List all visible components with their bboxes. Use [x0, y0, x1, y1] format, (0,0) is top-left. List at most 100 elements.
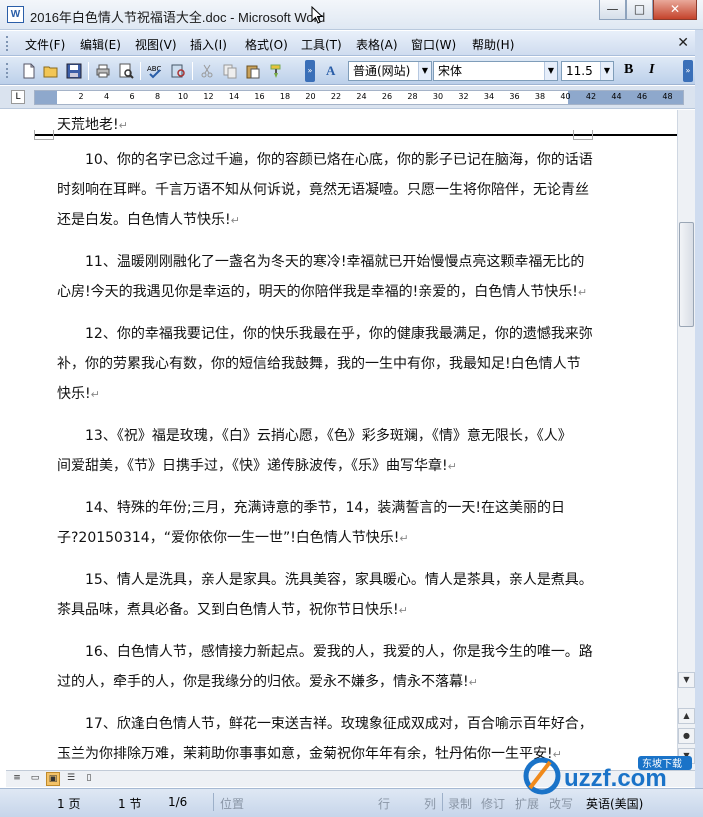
status-position: 位置 — [220, 797, 245, 811]
ruler-tick-label: 16 — [254, 92, 265, 101]
menu-edit[interactable]: 编辑(E) — [80, 36, 121, 53]
copy-icon[interactable] — [222, 63, 238, 79]
ruler-tick-label: 14 — [228, 92, 240, 101]
paragraph: 12、你的幸福我要记住，你的快乐我最在乎，你的健康我最满足，你的遗憾我来弥 补，你… — [57, 319, 597, 410]
menu-window[interactable]: 窗口(W) — [411, 36, 456, 53]
window-frame-right — [695, 30, 703, 817]
status-section: 1 节 — [118, 797, 142, 811]
paragraph-line: 还是白发。白色情人节快乐!↵ — [57, 212, 240, 228]
paragraph-line: 16、白色情人节，感情接力新起点。爱我的人，我爱的人，你是我今生的唯一。路 — [85, 644, 593, 660]
print-preview-icon[interactable] — [118, 63, 134, 79]
paragraph-mark-icon: ↵ — [398, 604, 408, 617]
font-size-value: 11.5 — [566, 64, 593, 78]
paragraph-mark-icon: ↵ — [118, 119, 128, 132]
ruler-tick-label: 12 — [203, 92, 214, 101]
menu-file[interactable]: 文件(F) — [25, 36, 65, 53]
minimize-button[interactable]: — — [599, 0, 626, 20]
new-document-icon[interactable] — [21, 63, 37, 79]
paragraph-line: 心房!今天的我遇见你是幸运的，明天的你陪伴我是幸福的!亲爱的，白色情人节快乐!↵ — [57, 284, 588, 300]
toolbar-options-chevron-icon[interactable]: » — [305, 60, 315, 82]
ruler-tick-label: 20 — [305, 92, 316, 101]
ruler-tick-label: 32 — [458, 92, 469, 101]
uzzf-watermark-logo: uzzf.com 东坡下载 — [523, 756, 692, 795]
italic-button[interactable]: I — [649, 62, 654, 78]
paragraph-mark-icon: ↵ — [577, 286, 588, 299]
ruler-area: L 2 4 6 8 10 12 14 16 18 20 22 24 26 28 30 32 34 36 38 40 42… — [0, 86, 703, 109]
chevron-down-icon[interactable]: ▼ — [600, 62, 613, 80]
toolbar-grip[interactable] — [6, 63, 9, 78]
tab-selector[interactable]: L — [11, 90, 25, 104]
paragraph: 13、《祝》福是玫瑰，《白》云捎心愿，《色》彩多斑斓，《情》意无限长，《人》 间爱… — [57, 421, 597, 482]
chevron-down-icon[interactable]: ▼ — [544, 62, 557, 80]
scroll-down-icon[interactable]: ▼ — [678, 672, 695, 688]
ruler-tick-label: 26 — [381, 92, 393, 101]
document-page[interactable]: 天荒地老!↵ 10、你的名字已念过千遍，你的容颜已烙在心底，你的影子已记在脑海，… — [0, 110, 677, 770]
paragraph-line: 过的人，牵手的人，你是我缘分的归依。爱永不嫌多，情永不落幕!↵ — [57, 674, 478, 690]
toolbar-separator — [192, 62, 193, 80]
paste-icon[interactable] — [245, 63, 261, 79]
ruler-tick-label: 10 — [177, 92, 189, 101]
menu-help[interactable]: 帮助(H) — [472, 36, 514, 53]
cut-icon[interactable] — [199, 63, 215, 79]
vertical-scrollbar[interactable]: ▼ ▲ ● ▼ — [677, 110, 695, 770]
menu-format[interactable]: 格式(O) — [245, 36, 288, 53]
research-icon[interactable] — [170, 63, 186, 79]
paragraph-line: 子?20150314，“爱你依你一生一世”!白色情人节快乐!↵ — [57, 530, 409, 546]
styles-formatting-icon[interactable]: A — [326, 63, 342, 79]
ruler-tick-label: 30 — [432, 92, 444, 101]
ruler-tick-label: 46 — [636, 92, 648, 101]
close-window-button[interactable]: ✕ — [653, 0, 697, 20]
status-revise[interactable]: 修订 — [481, 795, 505, 812]
top-line-text: 天荒地老!↵ — [57, 117, 128, 133]
spelling-check-icon[interactable]: ABC — [147, 63, 163, 79]
paragraph-line: 15、情人是洗具，亲人是家具。洗具美容，家具暖心。情人是茶具，亲人是煮具。 — [85, 572, 593, 588]
menubar-grip[interactable] — [6, 36, 9, 51]
paragraph: 16、白色情人节，感情接力新起点。爱我的人，我爱的人，你是我今生的唯一。路过的人… — [57, 637, 597, 698]
style-select[interactable]: 普通(网站) ▼ — [348, 61, 432, 81]
toolbar-separator — [140, 62, 141, 80]
paragraph-line: 茶具品味，煮具必备。又到白色情人节，祝你节日快乐!↵ — [57, 602, 408, 618]
paragraph-mark-icon: ↵ — [447, 460, 457, 473]
paragraph-line: 间爱甜美，《节》日携手过，《快》递传脉波传，《乐》曲写华章!↵ — [57, 458, 457, 474]
web-layout-view-icon[interactable]: ▭ — [28, 772, 42, 786]
paragraph: 14、特殊的年份;三月，充满诗意的季节，14，装满誓言的一天!在这美丽的日 子?2… — [57, 493, 597, 554]
horizontal-ruler[interactable]: 2 4 6 8 10 12 14 16 18 20 22 24 26 28 30 32 34 36 38 40 42 44… — [34, 90, 684, 105]
ruler-tick-label: 48 — [662, 92, 673, 101]
menu-table[interactable]: 表格(A) — [356, 36, 398, 53]
toolbar: ABC » A 普通(网站) ▼ 宋体 ▼ 11.5 ▼ B I » — [0, 57, 703, 85]
paragraph-line: 12、你的幸福我要记住，你的快乐我最在乎，你的健康我最满足，你的遗憾我来弥 — [85, 326, 593, 342]
format-painter-icon[interactable] — [268, 63, 284, 79]
bold-button[interactable]: B — [624, 62, 633, 78]
ruler-tick-label: 6 — [129, 92, 135, 101]
ruler-tick-label: 4 — [103, 92, 110, 101]
reading-view-icon[interactable]: ▯ — [82, 772, 96, 786]
menu-tools[interactable]: 工具(T) — [301, 36, 342, 53]
previous-page-icon[interactable]: ▲ — [678, 708, 695, 724]
select-browse-object-icon[interactable]: ● — [678, 728, 695, 744]
toolbar-options-chevron-icon[interactable]: » — [683, 60, 693, 82]
ruler-tick-label: 18 — [279, 92, 291, 101]
status-record[interactable]: 录制 — [448, 795, 472, 812]
open-folder-icon[interactable] — [43, 63, 59, 79]
print-icon[interactable] — [95, 63, 111, 79]
print-layout-view-icon[interactable]: ▣ — [46, 772, 60, 786]
maximize-button[interactable]: □ — [626, 0, 653, 20]
ruler-tick-label: 36 — [509, 92, 520, 101]
paragraph-line: 玉兰为你排除万难，茉莉助你事事如意，金菊祝你年年有余，牡丹佑你一生平安!↵ — [57, 746, 562, 762]
menu-view[interactable]: 视图(V) — [135, 36, 177, 53]
ruler-tick-label: 42 — [585, 92, 597, 101]
outline-view-icon[interactable]: ☰ — [64, 772, 78, 786]
save-icon[interactable] — [66, 63, 82, 79]
close-document-icon[interactable]: ✕ — [677, 35, 689, 51]
ruler-tick-label: 38 — [534, 92, 546, 101]
status-column: 列 — [424, 797, 437, 811]
normal-view-icon[interactable]: ≡ — [10, 772, 24, 786]
font-select[interactable]: 宋体 ▼ — [433, 61, 558, 81]
status-page-of: 1/6 — [168, 795, 188, 809]
menu-insert[interactable]: 插入(I) — [190, 36, 227, 53]
chevron-down-icon[interactable]: ▼ — [418, 62, 431, 80]
font-size-select[interactable]: 11.5 ▼ — [561, 61, 614, 81]
scrollbar-thumb[interactable] — [679, 222, 694, 327]
paragraph-line: 10、你的名字已念过千遍，你的容颜已烙在心底，你的影子已记在脑海，你的话语 — [85, 152, 593, 168]
word-app-icon[interactable]: W — [7, 6, 24, 23]
